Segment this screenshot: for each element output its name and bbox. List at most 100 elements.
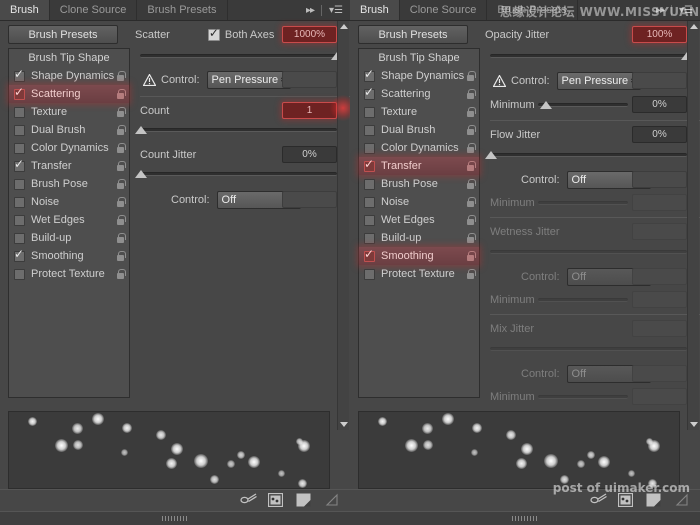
setting-row-dual-brush[interactable]: Dual Brush xyxy=(9,121,129,139)
setting-checkbox[interactable] xyxy=(14,158,25,172)
scroll-up-arrow-icon[interactable] xyxy=(690,24,698,29)
setting-row-noise[interactable]: Noise xyxy=(9,193,129,211)
opacity-jitter-slider[interactable] xyxy=(490,50,693,62)
lock-icon[interactable] xyxy=(115,106,126,118)
opacity-minimum-slider[interactable] xyxy=(538,99,628,111)
setting-checkbox[interactable] xyxy=(364,214,375,226)
scatter-control-select[interactable]: Pen Pressure ▲▼ xyxy=(206,70,291,89)
setting-checkbox[interactable] xyxy=(14,86,25,100)
resize-grip[interactable] xyxy=(162,516,188,521)
flow-control-extra-field[interactable] xyxy=(632,171,687,188)
delete-brush-icon[interactable] xyxy=(324,493,340,508)
delete-brush-icon[interactable] xyxy=(674,493,690,508)
lock-icon[interactable] xyxy=(115,196,126,208)
tab-clone-source[interactable]: Clone Source xyxy=(49,0,138,20)
opacity-control-extra-field[interactable] xyxy=(632,72,687,89)
opacity-jitter-value-field[interactable]: 100% xyxy=(632,26,687,43)
opacity-minimum-slider-knob[interactable] xyxy=(540,100,552,109)
setting-row-transfer[interactable]: Transfer xyxy=(359,157,479,175)
opacity-control-select[interactable]: Pen Pressure ▲▼ xyxy=(556,71,641,90)
setting-row-transfer[interactable]: Transfer xyxy=(9,157,129,175)
count-value-field[interactable]: 1 xyxy=(282,102,337,119)
setting-row-shape-dynamics[interactable]: Shape Dynamics xyxy=(9,67,129,85)
tab-brush[interactable]: Brush xyxy=(0,0,50,20)
panel-menu-icon[interactable]: ▾☰ xyxy=(679,5,693,16)
flow-jitter-slider-knob[interactable] xyxy=(485,151,497,159)
setting-checkbox[interactable] xyxy=(14,106,25,118)
scatter-control-extra-field[interactable] xyxy=(282,71,337,88)
setting-row-protect-texture[interactable]: Protect Texture xyxy=(359,265,479,283)
toggle-preview-icon[interactable] xyxy=(617,492,634,508)
setting-row-wet-edges[interactable]: Wet Edges xyxy=(359,211,479,229)
count-slider[interactable] xyxy=(135,124,337,136)
brush-tip-shape-title[interactable]: Brush Tip Shape xyxy=(9,49,129,67)
setting-row-protect-texture[interactable]: Protect Texture xyxy=(9,265,129,283)
setting-checkbox[interactable] xyxy=(364,248,375,262)
setting-checkbox[interactable] xyxy=(364,268,375,280)
new-brush-icon[interactable] xyxy=(296,493,312,508)
count-slider-knob[interactable] xyxy=(135,126,147,134)
count-control-extra-field[interactable] xyxy=(282,191,337,208)
setting-checkbox[interactable] xyxy=(364,68,375,82)
lock-icon[interactable] xyxy=(465,106,476,118)
lock-icon[interactable] xyxy=(465,88,476,100)
setting-checkbox[interactable] xyxy=(364,86,375,100)
brush-stroke-icon[interactable] xyxy=(590,493,607,508)
brush-presets-button[interactable]: Brush Presets xyxy=(8,25,118,44)
scroll-down-arrow-icon[interactable] xyxy=(340,422,348,427)
lock-icon[interactable] xyxy=(115,142,126,154)
double-chevron-icon[interactable]: ▸▸ xyxy=(306,5,315,16)
lock-icon[interactable] xyxy=(115,214,126,226)
setting-row-color-dynamics[interactable]: Color Dynamics xyxy=(359,139,479,157)
setting-checkbox[interactable] xyxy=(364,142,375,154)
tab-brush-presets[interactable]: Brush Presets xyxy=(137,0,228,20)
setting-row-noise[interactable]: Noise xyxy=(359,193,479,211)
setting-row-build-up[interactable]: Build-up xyxy=(9,229,129,247)
setting-row-scattering[interactable]: Scattering xyxy=(9,85,129,103)
panel-scrollbar-left[interactable] xyxy=(337,21,349,430)
lock-icon[interactable] xyxy=(465,178,476,190)
brush-presets-button[interactable]: Brush Presets xyxy=(358,25,468,44)
toggle-preview-icon[interactable] xyxy=(267,492,284,508)
opacity-minimum-value-field[interactable]: 0% xyxy=(632,96,687,113)
lock-icon[interactable] xyxy=(465,70,476,82)
lock-icon[interactable] xyxy=(115,232,126,244)
setting-checkbox[interactable] xyxy=(14,232,25,244)
setting-checkbox[interactable] xyxy=(364,124,375,136)
brush-tip-shape-title[interactable]: Brush Tip Shape xyxy=(359,49,479,67)
tab-brush[interactable]: Brush xyxy=(350,0,400,20)
setting-checkbox[interactable] xyxy=(14,178,25,190)
setting-row-brush-pose[interactable]: Brush Pose xyxy=(359,175,479,193)
setting-row-wet-edges[interactable]: Wet Edges xyxy=(9,211,129,229)
lock-icon[interactable] xyxy=(465,214,476,226)
scroll-down-arrow-icon[interactable] xyxy=(690,422,698,427)
brush-stroke-icon[interactable] xyxy=(240,493,257,508)
lock-icon[interactable] xyxy=(465,142,476,154)
count-jitter-slider[interactable] xyxy=(135,168,337,180)
double-chevron-icon[interactable]: ▸▸ xyxy=(656,5,665,16)
lock-icon[interactable] xyxy=(465,268,476,280)
setting-row-shape-dynamics[interactable]: Shape Dynamics xyxy=(359,67,479,85)
setting-row-build-up[interactable]: Build-up xyxy=(359,229,479,247)
setting-row-brush-pose[interactable]: Brush Pose xyxy=(9,175,129,193)
setting-checkbox[interactable] xyxy=(14,68,25,82)
lock-icon[interactable] xyxy=(115,70,126,82)
setting-row-texture[interactable]: Texture xyxy=(359,103,479,121)
both-axes-checkbox-group[interactable]: Both Axes xyxy=(207,27,274,41)
lock-icon[interactable] xyxy=(115,250,126,262)
setting-row-color-dynamics[interactable]: Color Dynamics xyxy=(9,139,129,157)
count-jitter-value-field[interactable]: 0% xyxy=(282,146,337,163)
setting-checkbox[interactable] xyxy=(364,232,375,244)
setting-row-smoothing[interactable]: Smoothing xyxy=(9,247,129,265)
scatter-value-field[interactable]: 1000% xyxy=(282,26,337,43)
setting-checkbox[interactable] xyxy=(364,178,375,190)
setting-checkbox[interactable] xyxy=(364,196,375,208)
setting-checkbox[interactable] xyxy=(364,158,375,172)
lock-icon[interactable] xyxy=(465,196,476,208)
panel-menu-icon[interactable]: ▾☰ xyxy=(329,5,343,16)
lock-icon[interactable] xyxy=(465,232,476,244)
lock-icon[interactable] xyxy=(115,88,126,100)
setting-checkbox[interactable] xyxy=(14,248,25,262)
lock-icon[interactable] xyxy=(115,268,126,280)
both-axes-checkbox[interactable] xyxy=(207,27,220,41)
